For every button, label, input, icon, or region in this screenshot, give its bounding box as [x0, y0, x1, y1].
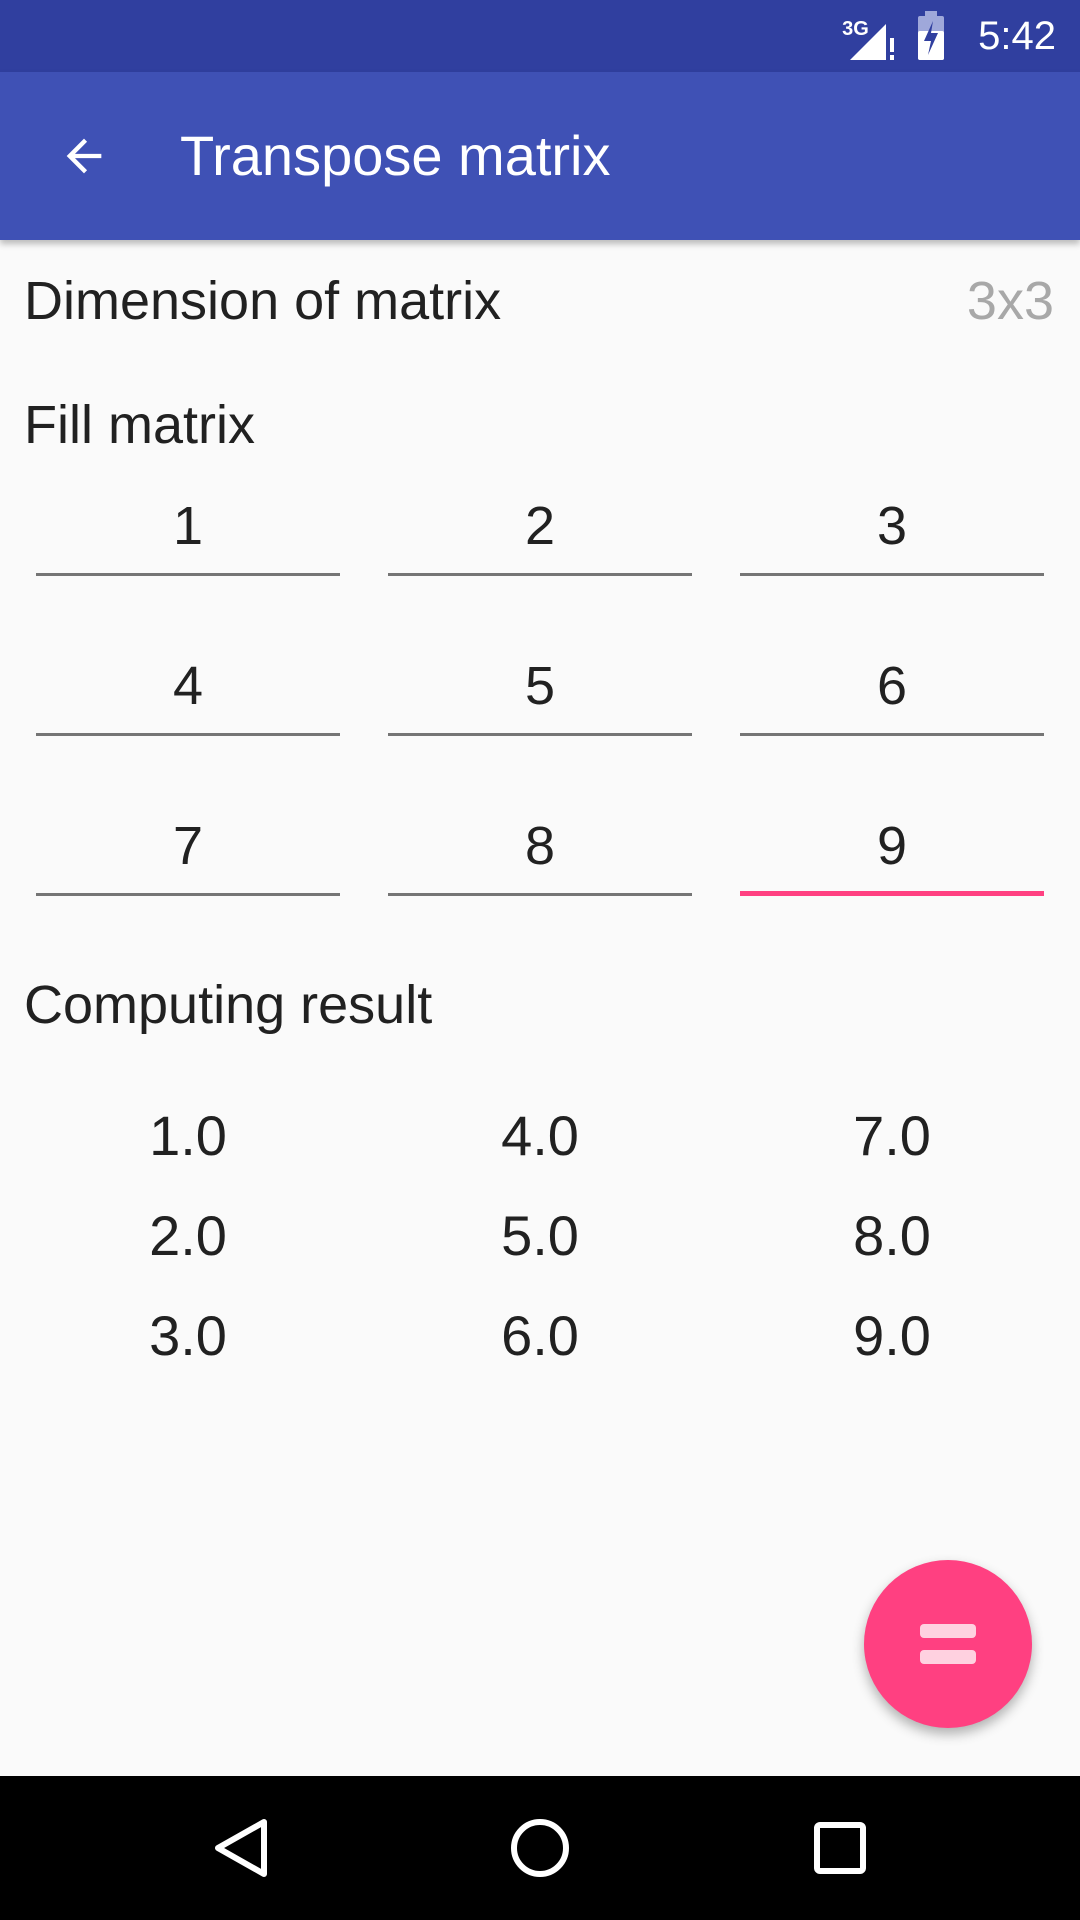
back-button[interactable] — [36, 108, 132, 204]
dimension-label: Dimension of matrix — [24, 271, 502, 331]
nav-back-button[interactable] — [192, 1800, 288, 1896]
matrix-cell-input[interactable]: 1 — [36, 476, 340, 576]
result-cell: 7.0 — [853, 1104, 931, 1167]
screen: 3G 5:42 Transpose matrix Dimension of ma… — [0, 0, 1080, 1920]
result-cell: 4.0 — [501, 1104, 579, 1167]
navigation-bar — [0, 1776, 1080, 1920]
nav-recents-icon — [814, 1822, 866, 1874]
battery-icon — [916, 11, 946, 61]
result-cell: 6.0 — [501, 1304, 579, 1367]
page-title: Transpose matrix — [180, 124, 611, 187]
app-bar: Transpose matrix — [0, 72, 1080, 240]
dimension-value[interactable]: 3x3 — [967, 270, 1054, 332]
arrow-back-icon — [66, 138, 102, 174]
matrix-cell-input[interactable]: 3 — [740, 476, 1044, 576]
signal-icon: 3G — [842, 10, 898, 62]
matrix-cell-input[interactable]: 6 — [740, 636, 1044, 736]
result-cell: 3.0 — [149, 1304, 227, 1367]
nav-recents-button[interactable] — [792, 1800, 888, 1896]
fill-matrix-title: Fill matrix — [24, 395, 255, 455]
result-cell: 2.0 — [149, 1204, 227, 1267]
status-bar: 3G 5:42 — [0, 0, 1080, 72]
status-icons: 3G 5:42 — [842, 0, 1056, 72]
nav-home-icon — [511, 1819, 569, 1877]
status-time: 5:42 — [978, 13, 1056, 58]
computing-result-title: Computing result — [24, 975, 433, 1035]
matrix-cell-input[interactable]: 5 — [388, 636, 692, 736]
result-cell: 8.0 — [853, 1204, 931, 1267]
nav-home-button[interactable] — [492, 1800, 588, 1896]
nav-back-icon — [215, 1819, 267, 1877]
equals-icon — [920, 1624, 976, 1664]
result-cell: 9.0 — [853, 1304, 931, 1367]
matrix-cell-input[interactable]: 7 — [36, 796, 340, 896]
matrix-cell-input-focused[interactable]: 9 — [740, 796, 1044, 896]
result-cell: 1.0 — [149, 1104, 227, 1167]
compute-fab-button[interactable] — [864, 1560, 1032, 1728]
matrix-cell-input[interactable]: 2 — [388, 476, 692, 576]
matrix-cell-input[interactable]: 8 — [388, 796, 692, 896]
matrix-cell-input[interactable]: 4 — [36, 636, 340, 736]
result-cell: 5.0 — [501, 1204, 579, 1267]
